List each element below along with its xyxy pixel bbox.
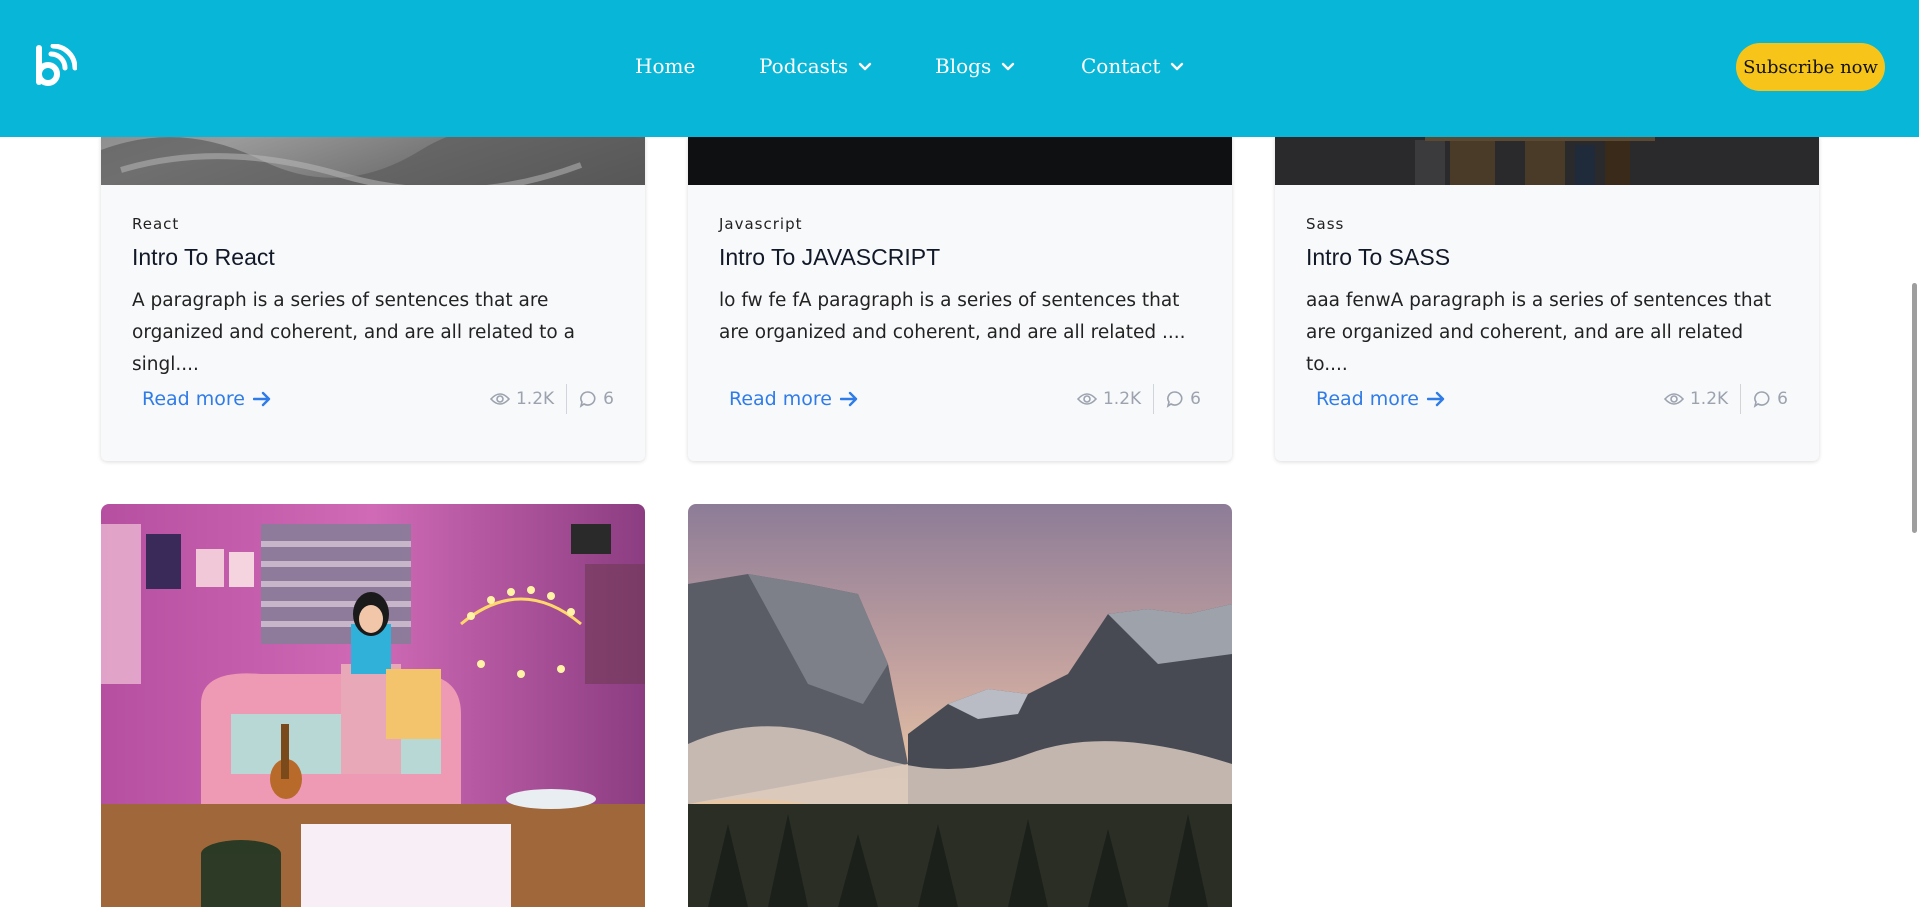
stats-divider [1740, 384, 1742, 414]
views-count: 1.2K [1689, 389, 1729, 409]
chevron-down-icon [858, 62, 872, 71]
chevron-down-icon [1171, 62, 1184, 71]
card-body: Javascript Intro To JAVASCRIPT lo fw fe … [719, 215, 1202, 349]
comment-icon [579, 391, 596, 408]
nav-home-label: Home [635, 54, 696, 78]
card-stats: 1.2K 6 [1076, 384, 1201, 414]
nav-home[interactable]: Home [635, 54, 695, 78]
comments-stat: 6 [1166, 389, 1201, 409]
card-description: lo fw fe fA paragraph is a series of sen… [719, 290, 1186, 343]
comments-count: 6 [1777, 389, 1788, 409]
card-title[interactable]: Intro To SASS [1306, 244, 1789, 271]
influencer-room-image [101, 504, 645, 907]
read-more-link[interactable]: Read more [729, 388, 858, 410]
card-title[interactable]: Intro To JAVASCRIPT [719, 244, 1202, 271]
card-stats: 1.2K 6 [1663, 384, 1788, 414]
read-more-link[interactable]: Read more [1316, 388, 1445, 410]
card-category: React [132, 215, 180, 233]
comments-stat: 6 [1753, 389, 1788, 409]
comments-count: 6 [603, 389, 614, 409]
nav-blogs-label: Blogs [935, 54, 992, 78]
blog-card-image[interactable] [688, 504, 1232, 907]
card-title[interactable]: Intro To React [132, 244, 615, 271]
card-stats: 1.2K 6 [489, 384, 614, 414]
card-description: aaa fenwA paragraph is a series of sente… [1306, 290, 1772, 375]
views-stat: 1.2K [1663, 389, 1729, 409]
read-more-link[interactable]: Read more [142, 388, 271, 410]
stats-divider [566, 384, 568, 414]
page-scrollbar[interactable] [1912, 283, 1917, 533]
arrow-right-icon [253, 391, 271, 407]
comments-count: 6 [1190, 389, 1201, 409]
nav-blogs[interactable]: Blogs [935, 54, 1015, 78]
card-footer: Read more 1.2K 6 [101, 380, 645, 418]
card-body: Sass Intro To SASS aaa fenwA paragraph i… [1306, 215, 1789, 381]
mountain-valley-image [688, 504, 1232, 907]
nav-podcasts-label: Podcasts [759, 54, 849, 78]
views-stat: 1.2K [489, 389, 555, 409]
read-more-label: Read more [729, 388, 832, 410]
site-header: Home Podcasts Blogs Contact Subscribe no… [0, 0, 1919, 137]
subscribe-button[interactable]: Subscribe now [1736, 43, 1885, 91]
card-body: React Intro To React A paragraph is a se… [132, 215, 615, 381]
eye-icon [1663, 393, 1684, 405]
stats-divider [1153, 384, 1155, 414]
views-stat: 1.2K [1076, 389, 1142, 409]
comments-stat: 6 [579, 389, 614, 409]
nav-podcasts[interactable]: Podcasts [759, 54, 872, 78]
nav-contact-label: Contact [1081, 54, 1161, 78]
read-more-label: Read more [1316, 388, 1419, 410]
blog-card-image[interactable] [101, 504, 645, 907]
comment-icon [1753, 391, 1770, 408]
eye-icon [489, 393, 510, 405]
card-footer: Read more 1.2K 6 [688, 380, 1232, 418]
card-category: Sass [1306, 215, 1345, 233]
arrow-right-icon [1427, 391, 1445, 407]
views-count: 1.2K [1102, 389, 1142, 409]
card-category: Javascript [719, 215, 803, 233]
nav-contact[interactable]: Contact [1081, 54, 1184, 78]
views-count: 1.2K [515, 389, 555, 409]
main-nav: Home Podcasts Blogs Contact [0, 0, 1919, 137]
chevron-down-icon [1002, 62, 1015, 71]
card-footer: Read more 1.2K 6 [1275, 380, 1819, 418]
read-more-label: Read more [142, 388, 245, 410]
arrow-right-icon [840, 391, 858, 407]
card-description: A paragraph is a series of sentences tha… [132, 290, 575, 375]
comment-icon [1166, 391, 1183, 408]
eye-icon [1076, 393, 1097, 405]
